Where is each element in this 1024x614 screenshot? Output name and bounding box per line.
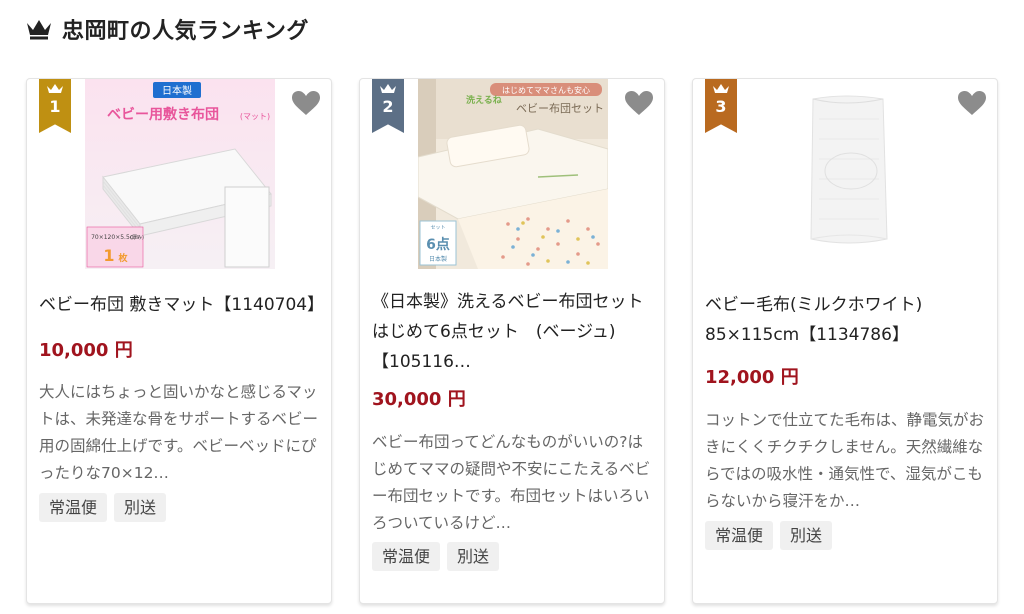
product-image[interactable]: 日本製 ベビー用敷き布団 (マット) 70×120×5.5cm (厚み) 1 枚	[85, 79, 275, 269]
product-image[interactable]: はじめてママさんも安心 洗えるね ベビー布団セット セット 6点 日本製	[418, 79, 608, 269]
ranking-title: 忠岡町の人気ランキング	[62, 19, 309, 44]
heart-icon[interactable]	[624, 90, 654, 116]
product-card[interactable]: はじめてママさんも安心 洗えるね ベビー布団セット セット 6点 日本製 2 《…	[359, 78, 665, 604]
product-title[interactable]: ベビー布団 敷きマット【1140704】	[39, 290, 324, 320]
tag-shipping: 常温便	[705, 521, 774, 550]
product-price: 10,000 円	[39, 340, 133, 361]
crown-icon	[27, 20, 51, 40]
rank-number: 1	[49, 97, 61, 116]
product-description: コットンで仕立てた毛布は、静電気がおきにくくチクチクしません。天然繊維ならではの…	[705, 411, 985, 510]
tag-list: 常温便 別送	[372, 542, 500, 571]
svg-text:(厚み): (厚み)	[130, 235, 144, 241]
product-price: 12,000 円	[705, 367, 799, 388]
rank-number: 3	[715, 97, 727, 116]
svg-text:(マット): (マット)	[240, 112, 270, 121]
tag-shipping: 常温便	[39, 493, 108, 522]
svg-text:はじめてママさんも安心: はじめてママさんも安心	[502, 85, 590, 95]
product-title[interactable]: 《日本製》洗えるベビー布団セット はじめて6点セット (ベージュ)【105116…	[372, 287, 652, 377]
heart-icon[interactable]	[957, 90, 987, 116]
product-card[interactable]: 3 ベビー毛布(ミルクホワイト) 85×115cm【1134786】 12,00…	[692, 78, 998, 604]
rank-badge: 3	[705, 79, 737, 133]
product-description: ベビー布団ってどんなものがいいの?はじめてママの疑問や不安にこたえるベビー布団セ…	[372, 433, 651, 532]
svg-text:洗えるね: 洗えるね	[466, 94, 502, 106]
tag-separate: 別送	[447, 542, 500, 571]
ranking-heading: 忠岡町の人気ランキング	[26, 12, 309, 46]
product-image[interactable]	[751, 79, 941, 269]
svg-text:ベビー用敷き布団: ベビー用敷き布団	[107, 106, 219, 123]
svg-text:ベビー布団セット: ベビー布団セット	[516, 102, 604, 115]
rank-badge: 1	[39, 79, 71, 133]
svg-text:1: 1	[103, 246, 114, 265]
product-price: 30,000 円	[372, 389, 466, 410]
product-card[interactable]: 日本製 ベビー用敷き布団 (マット) 70×120×5.5cm (厚み) 1 枚…	[26, 78, 332, 604]
product-description: 大人にはちょっと固いかなと感じるマットは、未発達な骨をサポートするベビー用の固綿…	[39, 383, 319, 482]
svg-text:日本製: 日本製	[162, 84, 192, 97]
heart-icon[interactable]	[291, 90, 321, 116]
svg-text:セット: セット	[430, 225, 445, 231]
crown-icon	[47, 84, 63, 93]
tag-separate: 別送	[114, 493, 167, 522]
svg-text:6点: 6点	[426, 236, 450, 253]
rank-number: 2	[382, 97, 394, 116]
tag-list: 常温便 別送	[39, 493, 167, 522]
svg-text:日本製: 日本製	[429, 255, 447, 263]
svg-text:枚: 枚	[118, 252, 128, 264]
crown-icon	[713, 84, 729, 93]
tag-list: 常温便 別送	[705, 521, 833, 550]
crown-icon	[380, 84, 396, 93]
rank-badge: 2	[372, 79, 404, 133]
tag-shipping: 常温便	[372, 542, 441, 571]
tag-separate: 別送	[780, 521, 833, 550]
product-title[interactable]: ベビー毛布(ミルクホワイト) 85×115cm【1134786】	[705, 290, 985, 350]
